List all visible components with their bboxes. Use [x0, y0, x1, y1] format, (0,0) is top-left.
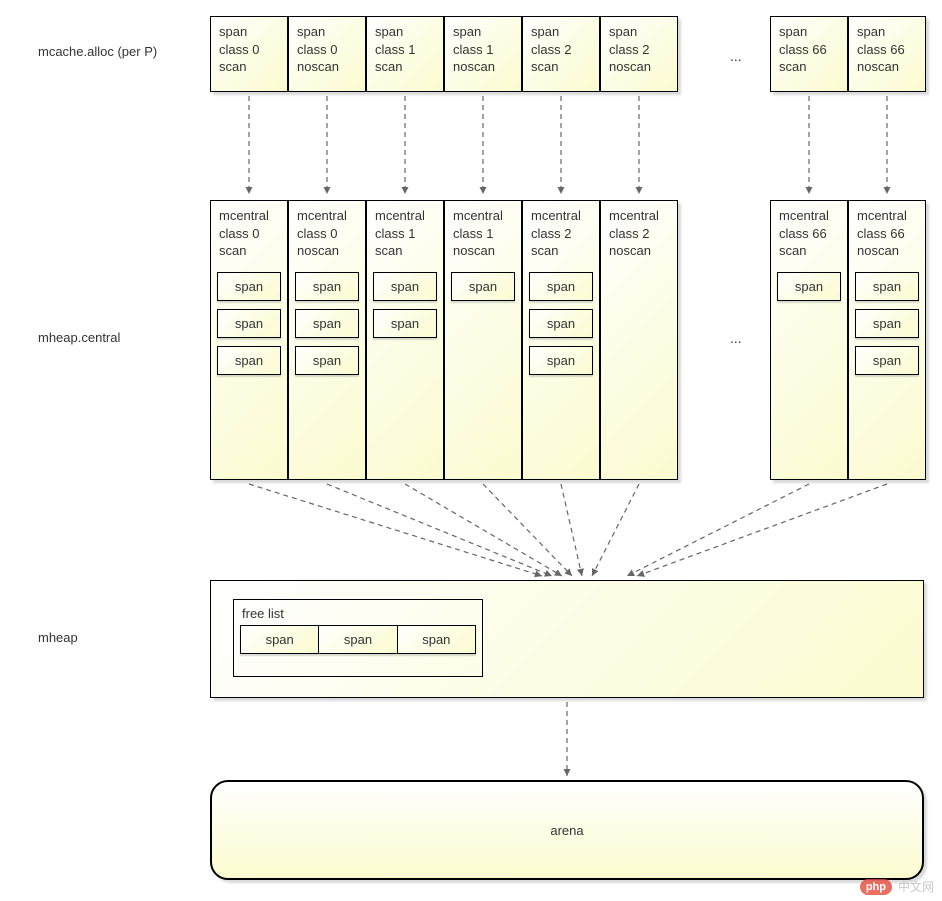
mcache-box-b1-title: span class 66 noscan [849, 17, 925, 80]
mcache-box-2-title: span class 1 scan [367, 17, 443, 80]
mcache-box-b0: span class 66 scan [770, 16, 848, 92]
mcentral-box-5-title: mcentral class 2 noscan [601, 201, 677, 264]
freelist-box: free list spanspanspan [233, 599, 483, 677]
mcache-box-4-title: span class 2 scan [523, 17, 599, 80]
mcentral-box-b0-title: mcentral class 66 scan [771, 201, 847, 264]
span-item: span [373, 309, 437, 338]
mcache-box-5-title: span class 2 noscan [601, 17, 677, 80]
mcentral-box-0: mcentral class 0 scan span span span [210, 200, 288, 480]
span-item: span [373, 272, 437, 301]
mcentral-box-b1-title: mcentral class 66 noscan [849, 201, 925, 264]
mcache-box-3: span class 1 noscan [444, 16, 522, 92]
freelist-title: free list [234, 600, 482, 625]
watermark-badge: php [860, 879, 892, 895]
mcache-box-0: span class 0 scan [210, 16, 288, 92]
mcache-box-b0-title: span class 66 scan [771, 17, 847, 80]
arena-box: arena [210, 780, 924, 880]
span-item: span [855, 346, 919, 375]
mcache-box-5: span class 2 noscan [600, 16, 678, 92]
span-item: span [295, 346, 359, 375]
ellipsis-row1: ... [730, 48, 742, 64]
freelist-span-item: span [240, 625, 319, 654]
span-item: span [217, 346, 281, 375]
span-item: span [855, 272, 919, 301]
freelist-span-item: span [398, 625, 476, 654]
mcentral-box-b0: mcentral class 66 scan span [770, 200, 848, 480]
mcentral-box-2: mcentral class 1 scan span span [366, 200, 444, 480]
mcentral-box-2-title: mcentral class 1 scan [367, 201, 443, 264]
label-mcache-alloc: mcache.alloc (per P) [38, 44, 157, 59]
watermark-text: 中文网 [898, 878, 934, 895]
label-mheap-central: mheap.central [38, 330, 120, 345]
mcentral-box-5: mcentral class 2 noscan [600, 200, 678, 480]
label-mheap: mheap [38, 630, 78, 645]
mcentral-box-4-title: mcentral class 2 scan [523, 201, 599, 264]
span-item: span [451, 272, 515, 301]
freelist-span-item: span [319, 625, 397, 654]
mcentral-box-4: mcentral class 2 scan span span span [522, 200, 600, 480]
mcache-box-b1: span class 66 noscan [848, 16, 926, 92]
watermark: php 中文网 [860, 878, 934, 895]
mcentral-box-3-title: mcentral class 1 noscan [445, 201, 521, 264]
mcache-box-1: span class 0 noscan [288, 16, 366, 92]
arena-label: arena [550, 823, 583, 838]
mcentral-box-b1: mcentral class 66 noscan span span span [848, 200, 926, 480]
mcentral-box-1: mcentral class 0 noscan span span span [288, 200, 366, 480]
mcache-box-2: span class 1 scan [366, 16, 444, 92]
span-item: span [529, 272, 593, 301]
span-item: span [777, 272, 841, 301]
span-item: span [217, 272, 281, 301]
span-item: span [217, 309, 281, 338]
span-item: span [529, 346, 593, 375]
mcentral-box-0-title: mcentral class 0 scan [211, 201, 287, 264]
span-item: span [855, 309, 919, 338]
mcentral-box-3: mcentral class 1 noscan span [444, 200, 522, 480]
mcache-box-3-title: span class 1 noscan [445, 17, 521, 80]
mcache-box-4: span class 2 scan [522, 16, 600, 92]
mcache-box-0-title: span class 0 scan [211, 17, 287, 80]
span-item: span [295, 309, 359, 338]
span-item: span [529, 309, 593, 338]
mcentral-box-1-title: mcentral class 0 noscan [289, 201, 365, 264]
ellipsis-row2: ... [730, 330, 742, 346]
mcache-box-1-title: span class 0 noscan [289, 17, 365, 80]
mheap-box: free list spanspanspan [210, 580, 924, 698]
span-item: span [295, 272, 359, 301]
